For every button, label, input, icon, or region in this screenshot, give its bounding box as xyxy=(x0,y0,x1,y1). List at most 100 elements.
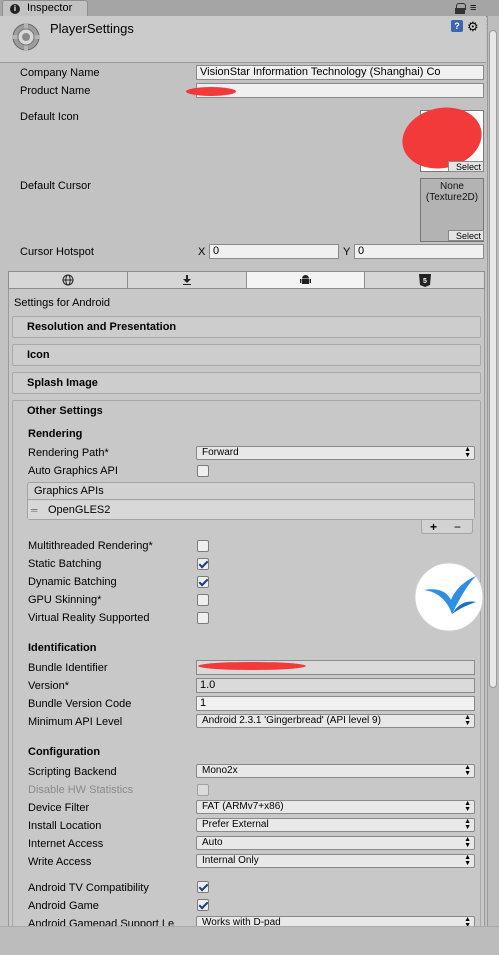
dropdown-arrows-icon: ▲▼ xyxy=(464,854,471,867)
rendering-path-value: Forward xyxy=(202,447,239,458)
globe-icon xyxy=(62,274,74,286)
graphics-apis-header-label: Graphics APIs xyxy=(34,485,104,497)
install-location-value: Prefer External xyxy=(202,819,269,830)
section-icon[interactable]: Icon xyxy=(12,344,481,366)
section-splash-label: Splash Image xyxy=(27,377,98,389)
configuration-title: Configuration xyxy=(28,746,101,758)
default-cursor-select-button[interactable]: Select xyxy=(448,230,484,241)
write-access-dropdown[interactable]: Internal Only ▲ ▼ xyxy=(196,854,475,868)
default-icon-label: Default Icon xyxy=(20,111,79,123)
vr-supported-label: Virtual Reality Supported xyxy=(28,612,150,624)
dropdown-arrows-icon: ▲▼ xyxy=(464,446,471,459)
auto-graphics-api-checkbox[interactable] xyxy=(197,465,209,477)
android-game-label: Android Game xyxy=(28,900,99,912)
section-other-label[interactable]: Other Settings xyxy=(27,405,103,417)
disable-hw-stats-label: Disable HW Statistics xyxy=(28,784,134,796)
version-label: Version* xyxy=(28,680,69,692)
android-icon xyxy=(300,275,311,284)
default-cursor-label: Default Cursor xyxy=(20,180,91,192)
platform-tab-standalone[interactable] xyxy=(127,271,247,289)
scrollbar-thumb[interactable] xyxy=(489,30,497,688)
write-access-value: Internal Only xyxy=(202,855,259,866)
redaction-scribble xyxy=(198,662,306,670)
dropdown-arrows-icon: ▲▼ xyxy=(464,836,471,849)
internet-access-label: Internet Access xyxy=(28,838,104,850)
default-icon-select-button[interactable]: Select xyxy=(448,161,484,172)
graphics-apis-footer: + − xyxy=(421,520,473,534)
section-splash[interactable]: Splash Image xyxy=(12,372,481,394)
device-filter-label: Device Filter xyxy=(28,802,90,814)
tab-menu-icon[interactable]: ≡ xyxy=(470,3,476,14)
hotspot-y-field[interactable]: 0 xyxy=(354,244,484,259)
rendering-title: Rendering xyxy=(28,428,83,440)
android-tv-label: Android TV Compatibility xyxy=(28,882,149,894)
static-batching-label: Static Batching xyxy=(28,558,102,570)
cursor-slot-none: None xyxy=(440,181,464,192)
add-item-button[interactable]: + xyxy=(430,520,437,534)
graphics-apis-header: Graphics APIs xyxy=(28,483,474,500)
rendering-path-label: Rendering Path* xyxy=(28,447,109,459)
cursor-slot-type: (Texture2D) xyxy=(425,192,479,203)
platform-tab-android[interactable] xyxy=(246,271,365,289)
html5-icon: 5 xyxy=(419,274,431,287)
dynamic-batching-label: Dynamic Batching xyxy=(28,576,117,588)
scripting-backend-value: Mono2x xyxy=(202,765,238,776)
platform-tab-web[interactable] xyxy=(8,271,128,289)
settings-for-label: Settings for Android xyxy=(14,297,111,309)
inspector-tab[interactable]: i Inspector xyxy=(2,0,88,16)
settings-gear-icon[interactable]: ⚙ xyxy=(467,19,479,35)
company-name-label: Company Name xyxy=(20,67,100,79)
company-name-field[interactable]: VisionStar Information Technology (Shang… xyxy=(196,65,484,80)
version-field[interactable]: 1.0 xyxy=(196,678,475,693)
section-resolution[interactable]: Resolution and Presentation xyxy=(12,316,481,338)
vr-supported-checkbox[interactable] xyxy=(197,612,209,624)
hotspot-x-field[interactable]: 0 xyxy=(209,244,339,259)
help-book-icon[interactable]: ? xyxy=(451,20,463,32)
bird-app-icon[interactable] xyxy=(414,562,484,632)
cursor-hotspot-label: Cursor Hotspot xyxy=(20,246,94,258)
dropdown-arrows-icon: ▲▼ xyxy=(464,714,471,727)
android-game-checkbox[interactable] xyxy=(197,899,209,911)
dropdown-arrows-icon: ▲▼ xyxy=(464,818,471,831)
scripting-backend-label: Scripting Backend xyxy=(28,766,117,778)
install-location-label: Install Location xyxy=(28,820,102,832)
gpu-skinning-checkbox[interactable] xyxy=(197,594,209,606)
install-location-dropdown[interactable]: Prefer External ▲ ▼ xyxy=(196,818,475,832)
dynamic-batching-checkbox[interactable] xyxy=(197,576,209,588)
info-icon: i xyxy=(10,4,20,14)
bundle-identifier-label: Bundle Identifier xyxy=(28,662,108,674)
drag-handle-icon[interactable]: ═ xyxy=(31,505,37,515)
write-access-label: Write Access xyxy=(28,856,92,868)
gpu-skinning-label: GPU Skinning* xyxy=(28,594,102,606)
multithreaded-checkbox[interactable] xyxy=(197,540,209,552)
hotspot-y-label: Y xyxy=(343,246,351,258)
disable-hw-stats-checkbox[interactable] xyxy=(197,784,209,796)
section-resolution-label: Resolution and Presentation xyxy=(27,321,177,333)
product-name-field[interactable] xyxy=(196,83,484,98)
auto-graphics-api-label: Auto Graphics API xyxy=(28,465,118,477)
min-api-level-label: Minimum API Level xyxy=(28,716,123,728)
static-batching-checkbox[interactable] xyxy=(197,558,209,570)
hotspot-x-label: X xyxy=(198,246,206,258)
graphics-api-item: OpenGLES2 xyxy=(48,504,111,516)
svg-text:5: 5 xyxy=(423,278,427,285)
rendering-path-dropdown[interactable]: Forward ▲ ▼ xyxy=(196,446,475,460)
list-item[interactable]: ═ OpenGLES2 xyxy=(28,501,474,519)
min-api-level-dropdown[interactable]: Android 2.3.1 'Gingerbread' (API level 9… xyxy=(196,714,475,728)
device-filter-value: FAT (ARMv7+x86) xyxy=(202,801,284,812)
product-name-label: Product Name xyxy=(20,85,91,97)
internet-access-dropdown[interactable]: Auto ▲ ▼ xyxy=(196,836,475,850)
bundle-version-code-field[interactable]: 1 xyxy=(196,696,475,711)
bottom-bar xyxy=(0,926,499,955)
scripting-backend-dropdown[interactable]: Mono2x ▲ ▼ xyxy=(196,764,475,778)
download-icon xyxy=(183,275,191,285)
dropdown-arrows-icon: ▲▼ xyxy=(464,764,471,777)
remove-item-button[interactable]: − xyxy=(454,520,461,534)
device-filter-dropdown[interactable]: FAT (ARMv7+x86) ▲ ▼ xyxy=(196,800,475,814)
platform-tab-html5[interactable]: 5 xyxy=(364,271,485,289)
multithreaded-label: Multithreaded Rendering* xyxy=(28,540,153,552)
bundle-version-code-label: Bundle Version Code xyxy=(28,698,132,710)
android-tv-checkbox[interactable] xyxy=(197,881,209,893)
internet-access-value: Auto xyxy=(202,837,223,848)
section-icon-label: Icon xyxy=(27,349,50,361)
